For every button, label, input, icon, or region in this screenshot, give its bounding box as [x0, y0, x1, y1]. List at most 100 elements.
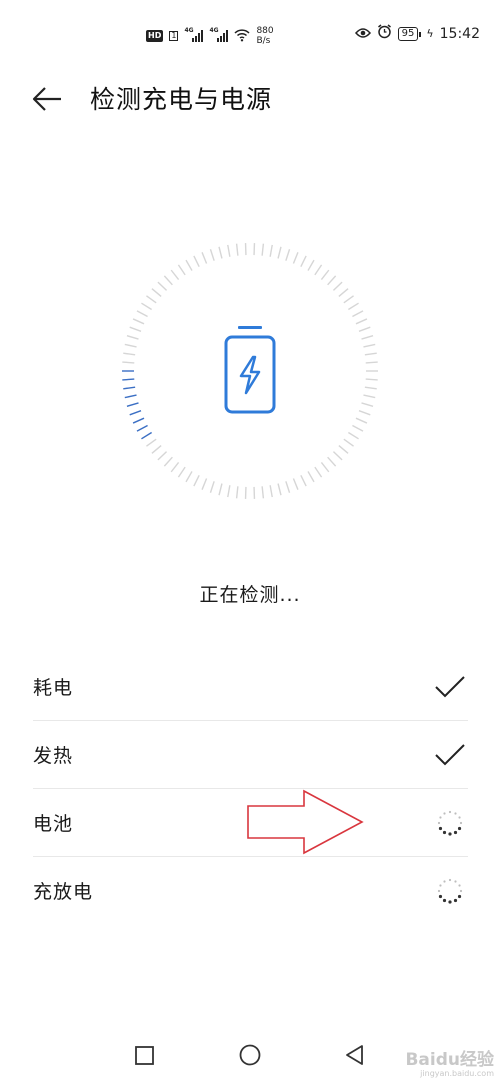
gauge-tick: [343, 295, 354, 304]
gauge-tick: [261, 243, 265, 256]
gauge-ring: [122, 243, 378, 499]
signal-icon-2: 4G: [209, 27, 229, 42]
gauge-tick: [126, 335, 139, 340]
arrow-left-icon: [32, 87, 61, 111]
circle-icon: [239, 1044, 261, 1066]
gauge-tick: [314, 264, 323, 276]
gauge-tick: [358, 326, 371, 332]
gauge-tick: [327, 456, 337, 467]
recents-button[interactable]: [131, 1042, 157, 1068]
home-button[interactable]: [237, 1042, 263, 1068]
signal-icon-1: 4G: [184, 27, 204, 42]
list-item: 发热: [33, 721, 468, 789]
loading-spinner-icon: [432, 873, 468, 909]
gauge-tick: [151, 445, 162, 454]
gauge-tick: [364, 386, 377, 390]
gauge-tick: [269, 485, 273, 498]
gauge-tick: [123, 386, 136, 390]
battery-charging-icon: [224, 326, 276, 414]
gauge-tick: [227, 244, 231, 257]
gauge-tick: [338, 445, 349, 454]
gauge-tick: [300, 255, 307, 268]
gauge-tick: [332, 281, 343, 291]
gauge-tick: [209, 481, 215, 493]
speed-value: 880: [256, 26, 274, 36]
gauge-tick: [163, 456, 173, 467]
gauge-tick: [132, 417, 145, 424]
gauge-tick: [363, 343, 376, 348]
watermark: Baidu经验 jingyan.baidu.com: [405, 1051, 494, 1078]
triangle-back-icon: [346, 1045, 363, 1065]
gauge-tick: [363, 394, 376, 399]
gauge-tick: [355, 417, 368, 424]
gauge-tick: [185, 259, 193, 271]
gauge-tick: [126, 402, 139, 407]
page-title: 检测充电与电源: [90, 85, 273, 114]
gauge-tick: [320, 269, 330, 281]
gauge-tick: [292, 478, 299, 490]
gauge-tick: [320, 461, 330, 473]
gauge-tick: [292, 252, 299, 264]
gauge-tick: [307, 259, 315, 271]
gauge-tick: [235, 243, 239, 256]
battery-indicator: 95: [397, 26, 422, 41]
gauge-tick: [327, 275, 337, 286]
gauge-tick: [365, 361, 378, 364]
gauge-tick: [285, 249, 291, 261]
gauge-tick: [352, 310, 364, 318]
back-button[interactable]: [30, 84, 70, 114]
gauge-tick: [136, 424, 148, 432]
gauge-tick: [347, 302, 359, 311]
gauge-tick: [163, 275, 173, 286]
gauge-tick: [177, 264, 186, 276]
back-nav-button[interactable]: [342, 1042, 368, 1068]
gauge-tick: [177, 466, 186, 478]
gauge-tick: [193, 255, 200, 268]
gauge-tick: [170, 269, 180, 281]
gauge-tick: [146, 438, 157, 447]
checkmark-icon: [432, 669, 468, 705]
gauge-tick: [314, 466, 323, 478]
gauge-tick: [201, 252, 208, 264]
gauge-tick: [170, 461, 180, 473]
gauge-tick: [352, 424, 364, 432]
gauge-tick: [361, 335, 374, 340]
wifi-icon: [234, 28, 250, 45]
gauge-tick: [129, 326, 142, 332]
gauge-tick: [124, 394, 137, 399]
gauge-tick: [361, 402, 374, 407]
gauge-tick: [141, 431, 153, 440]
checkmark-icon: [432, 737, 468, 773]
watermark-brand: Baidu经验: [405, 1050, 494, 1070]
sim-tag: 1: [169, 31, 179, 41]
gauge-tick: [332, 451, 343, 461]
gauge-tick: [343, 438, 354, 447]
alarm-icon: [377, 24, 392, 43]
gauge-tick: [209, 249, 215, 261]
watermark-url: jingyan.baidu.com: [420, 1069, 494, 1078]
status-bar: HD 1 4G 4G 880 B/s 95 ϟ 15:42: [0, 0, 500, 72]
check-label-battery: 电池: [33, 813, 74, 835]
app-header: 检测充电与电源: [0, 72, 500, 128]
detection-gauge: [120, 241, 380, 501]
gauge-tick: [277, 483, 282, 496]
gauge-tick: [364, 352, 377, 356]
gauge-tick: [300, 474, 307, 487]
loading-spinner-icon: [432, 805, 468, 841]
gauge-tick: [141, 302, 153, 311]
annotation-arrow-icon: [247, 789, 364, 855]
square-icon: [135, 1046, 154, 1065]
gauge-tick: [124, 343, 137, 348]
check-label-heating: 发热: [33, 745, 74, 767]
gauge-tick: [185, 471, 193, 483]
gauge-tick: [122, 361, 135, 364]
eye-icon: [354, 25, 371, 43]
speed-unit: B/s: [256, 36, 271, 46]
gauge-tick: [365, 378, 378, 381]
gauge-tick: [338, 288, 349, 297]
system-nav-bar: Baidu经验 jingyan.baidu.com: [0, 1030, 500, 1084]
gauge-tick: [358, 410, 371, 416]
gauge-tick: [235, 486, 239, 499]
status-bar-right: 95 ϟ 15:42: [354, 24, 480, 43]
list-item: 充放电: [33, 857, 468, 924]
